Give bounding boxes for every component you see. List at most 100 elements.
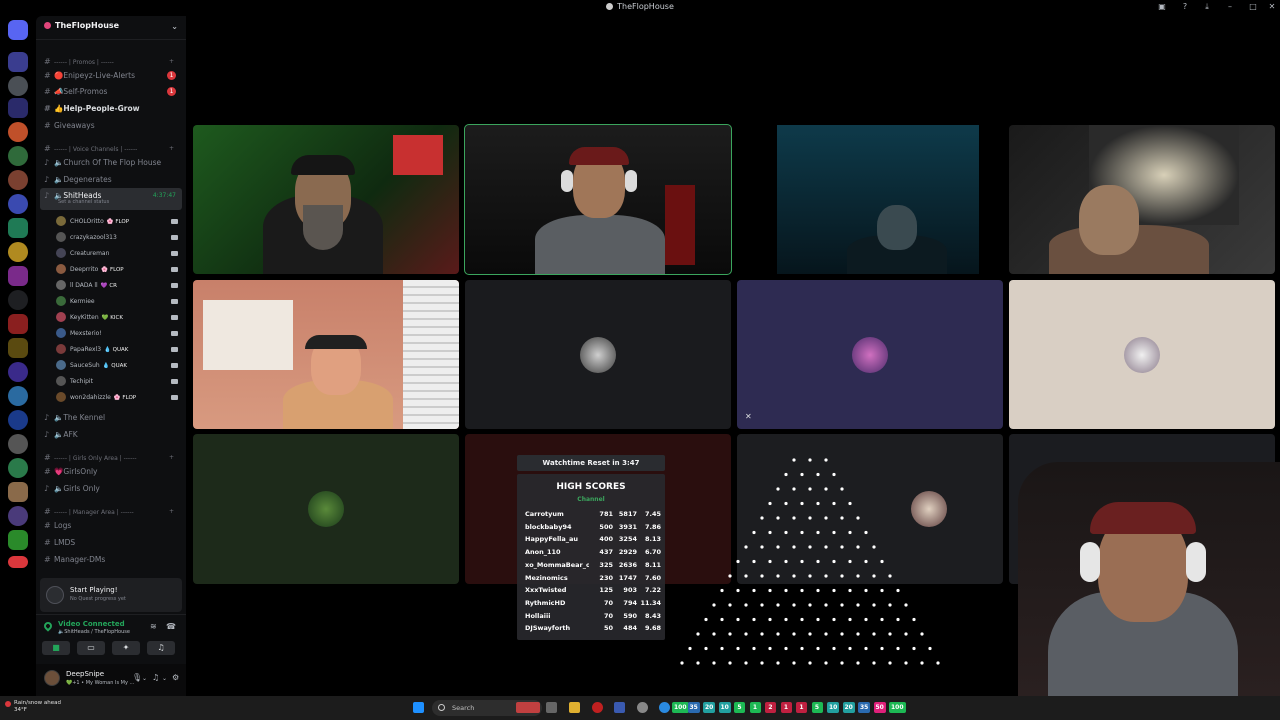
server-icon[interactable] (8, 458, 28, 478)
noise-suppression-icon[interactable]: ≋ (150, 622, 157, 631)
member-name: Deeprrito (70, 266, 99, 273)
server-icon[interactable] (8, 362, 28, 382)
voice-member[interactable]: Kermiee (56, 294, 180, 310)
screen-share-button[interactable]: ▭ (77, 641, 105, 655)
video-tile-webcam[interactable] (737, 125, 1003, 274)
add-channel-icon[interactable]: + (169, 141, 174, 156)
app-icon[interactable] (516, 702, 540, 713)
server-icon[interactable] (8, 434, 28, 454)
microphone-icon[interactable]: 🎙 (132, 673, 142, 682)
voice-member[interactable]: Mexsterio! (56, 326, 180, 342)
settings-gear-icon[interactable]: ⚙ (172, 673, 179, 682)
video-tile-webcam[interactable] (193, 125, 459, 274)
server-icon[interactable] (8, 290, 28, 310)
video-tile-webcam[interactable] (1009, 125, 1275, 274)
server-icon[interactable] (8, 170, 28, 190)
server-icon[interactable] (8, 76, 28, 96)
app-icon[interactable] (614, 702, 625, 713)
voice-member[interactable]: crazykazool313 (56, 230, 180, 246)
voice-member[interactable]: SauceSuh 💧 QUAK (56, 358, 180, 374)
video-tile-avatar[interactable] (1009, 280, 1275, 429)
home-dm-icon[interactable] (8, 20, 28, 40)
video-tile-avatar[interactable]: ✕ (737, 280, 1003, 429)
server-icon[interactable] (8, 338, 28, 358)
voice-member[interactable]: KeyKitten 💚 KICK (56, 310, 180, 326)
channel-enipeyz[interactable]: # 🔴Enipeyz-Live-Alerts 1 (40, 68, 182, 83)
server-icon[interactable] (8, 122, 28, 142)
category-promos[interactable]: # ------ | Promos | ------ + (40, 54, 182, 69)
server-icon[interactable] (8, 530, 28, 550)
channel-logs[interactable]: # Logs (40, 518, 182, 533)
video-tile-avatar[interactable] (193, 434, 459, 584)
voice-member[interactable]: Techipit (56, 374, 180, 390)
voice-member[interactable]: PapaRexl3 💧 QUAK (56, 342, 180, 358)
windows-start-icon[interactable] (413, 702, 424, 713)
voice-member[interactable]: ll DADA ll 💜 CR (56, 278, 180, 294)
server-icon[interactable] (8, 242, 28, 262)
app-icon[interactable] (592, 702, 603, 713)
chevron-down-icon[interactable]: ⌄ (142, 675, 147, 682)
server-icon[interactable] (8, 386, 28, 406)
add-channel-icon[interactable]: + (169, 54, 174, 69)
avatar[interactable] (44, 670, 60, 686)
task-view-icon[interactable] (546, 702, 557, 713)
category-girls-only[interactable]: # ------ | Girls Only Area | ------ + (40, 450, 182, 465)
server-icon[interactable] (8, 506, 28, 526)
video-tile-webcam-speaking[interactable] (464, 124, 732, 275)
channel-manager-dms[interactable]: # Manager-DMs (40, 552, 182, 567)
new-server-icon[interactable] (8, 556, 28, 568)
voice-member[interactable]: Deeprrito 🌸 FLOP (56, 262, 180, 278)
channel-girlsonly[interactable]: # 💗GirlsOnly (40, 464, 182, 479)
settings-icon[interactable] (637, 702, 648, 713)
server-icon[interactable] (8, 194, 28, 214)
video-tile-webcam[interactable] (193, 280, 459, 429)
voice-member[interactable]: won2dahizzle 🌸 FLOP (56, 390, 180, 406)
server-icon[interactable] (8, 98, 28, 118)
voice-channel-church[interactable]: ♪ 🔈Church Of The Flop House (40, 155, 182, 170)
category-manager[interactable]: # ------ | Manager Area | ------ + (40, 504, 182, 519)
server-icon[interactable] (8, 314, 28, 334)
voice-member[interactable]: Creatureman (56, 246, 180, 262)
channel-self-promos[interactable]: # 📣Self-Promos 1 (40, 84, 182, 99)
disconnect-icon[interactable]: ☎ (166, 622, 176, 631)
category-voice[interactable]: # ------ | Voice Channels | ------ + (40, 141, 182, 156)
download-icon[interactable]: ⤓ (1201, 2, 1213, 12)
channel-giveaways[interactable]: # Giveaways (40, 118, 182, 133)
voice-status[interactable]: Video Connected (58, 620, 125, 628)
add-channel-icon[interactable]: + (169, 450, 174, 465)
maximize-button[interactable]: □ (1247, 2, 1259, 11)
activity-card[interactable]: Start Playing! No Quest progress yet (40, 578, 182, 612)
inbox-icon[interactable]: ▣ (1156, 2, 1168, 11)
video-tile-avatar[interactable] (465, 280, 731, 429)
minimize-button[interactable]: – (1224, 2, 1236, 11)
server-icon[interactable] (8, 410, 28, 430)
voice-channel-degenerates[interactable]: ♪ 🔈Degenerates (40, 172, 182, 187)
file-explorer-icon[interactable] (569, 702, 580, 713)
weather-widget[interactable]: Rain/snow ahead 34°F (14, 700, 61, 714)
user-name[interactable]: DeepSnipe (66, 670, 104, 678)
voice-member[interactable]: CHOLOritto 🌸 FLOP (56, 214, 180, 230)
server-icon[interactable] (8, 482, 28, 502)
server-header[interactable]: TheFlopHouse ⌄ (36, 16, 186, 40)
voice-channel-kennel[interactable]: ♪ 🔈The Kennel (40, 410, 182, 425)
help-icon[interactable]: ? (1179, 2, 1191, 11)
close-button[interactable]: ✕ (1266, 2, 1278, 11)
server-icon[interactable] (8, 218, 28, 238)
activities-button[interactable]: ✦ (112, 641, 140, 655)
chevron-down-icon[interactable]: ⌄ (162, 675, 167, 682)
voice-channel-girls-only[interactable]: ♪ 🔈Girls Only (40, 481, 182, 496)
channel-lmds[interactable]: # LMDS (40, 535, 182, 550)
voice-channel-path[interactable]: 🔈ShitHeads / TheFlopHouse (58, 629, 130, 635)
browser-icon[interactable] (659, 702, 670, 713)
voice-channel-afk[interactable]: ♪ 🔈AFK (40, 427, 182, 442)
channel-help-people-grow[interactable]: # 👍Help-People-Grow (40, 101, 182, 116)
chevron-down-icon[interactable]: ⌄ (171, 22, 178, 31)
add-channel-icon[interactable]: + (169, 504, 174, 519)
voice-channel-shitheads[interactable]: ♪ 🔈ShitHeads 4:37:47 Set a channel status (40, 188, 182, 210)
headphones-icon[interactable]: ♫ (152, 673, 159, 682)
server-icon[interactable] (8, 266, 28, 286)
camera-button[interactable]: ■ (42, 641, 70, 655)
soundboard-button[interactable]: ♫ (147, 641, 175, 655)
server-icon[interactable] (8, 52, 28, 72)
server-icon[interactable] (8, 146, 28, 166)
